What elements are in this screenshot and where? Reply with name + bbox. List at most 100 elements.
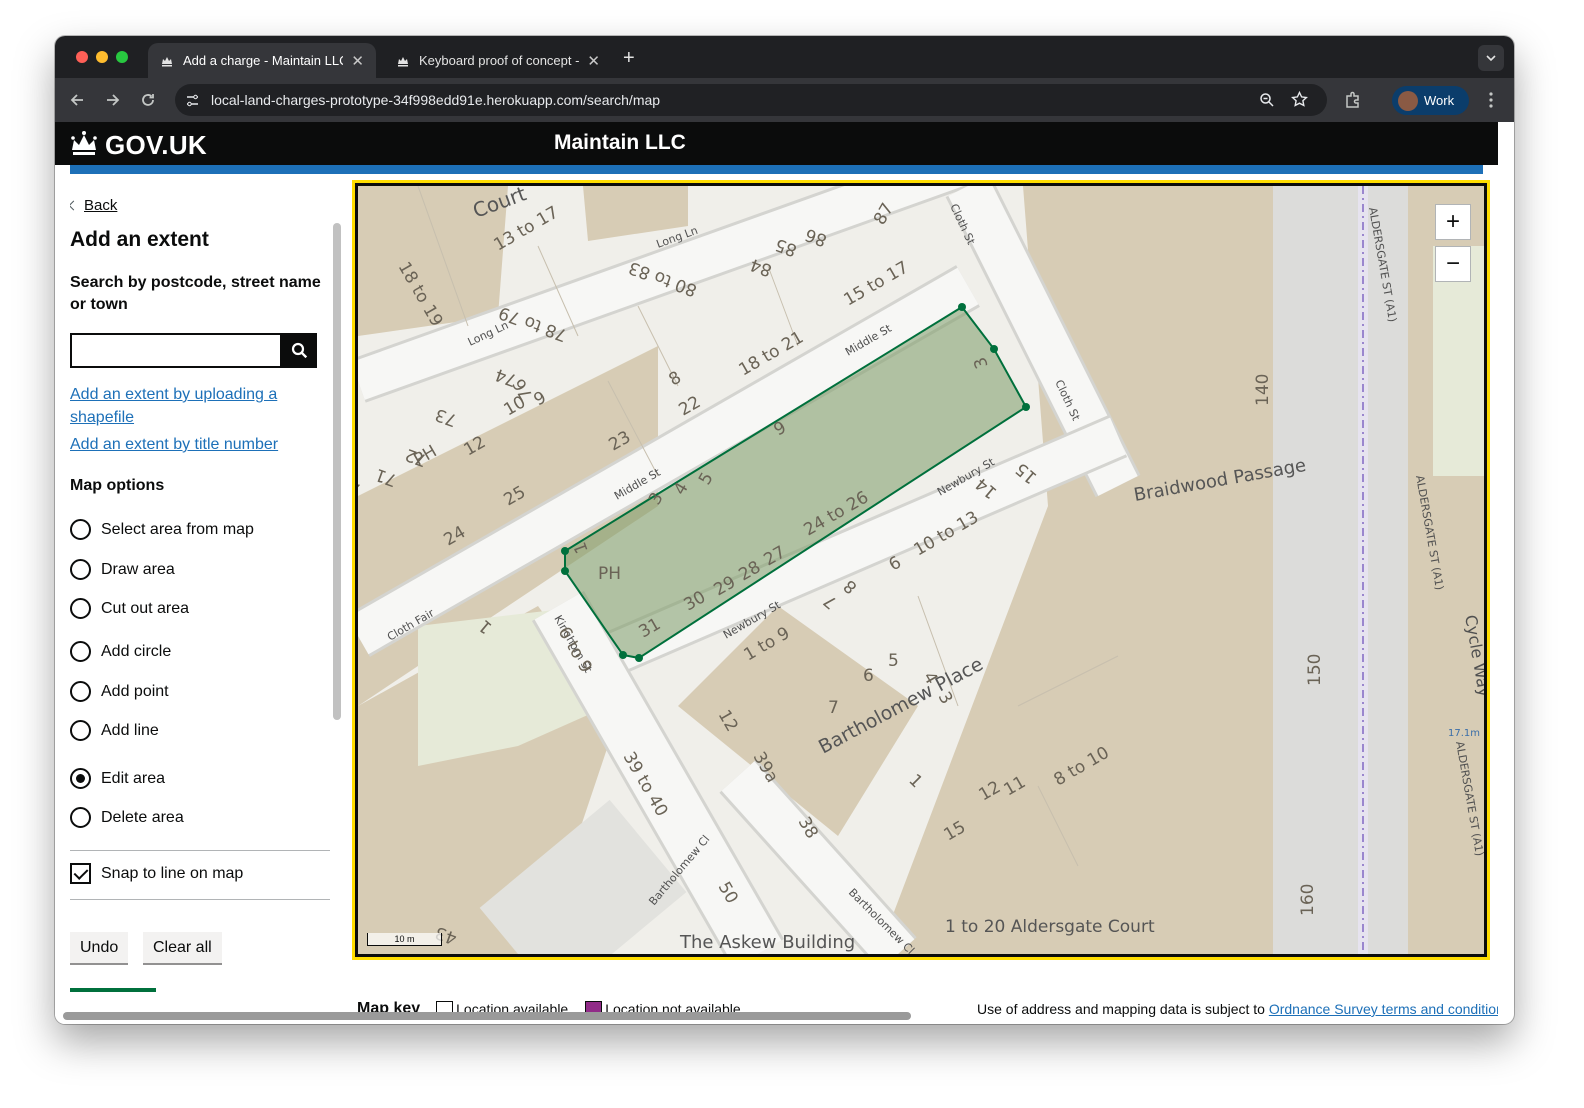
tab-title: Keyboard proof of concept - S	[419, 53, 580, 68]
option-add-line[interactable]: Add line	[70, 720, 159, 741]
title-number-link[interactable]: Add an extent by title number	[70, 433, 278, 456]
map-canvas[interactable]: Long Ln Long Ln Cloth St Cloth St Middle…	[358, 186, 1484, 954]
sidebar-scrollbar[interactable]	[333, 223, 341, 720]
zoom-icon[interactable]	[1259, 92, 1275, 108]
chevron-down-icon	[1486, 55, 1496, 62]
building-number-label: 7	[828, 698, 839, 718]
close-window-button[interactable]	[76, 51, 88, 63]
url-text: local-land-charges-prototype-34f998edd91…	[211, 92, 661, 108]
tab-search-button[interactable]	[1478, 45, 1504, 71]
search-input[interactable]	[70, 333, 282, 368]
os-terms-link[interactable]: Ordnance Survey terms and conditions	[1269, 1001, 1498, 1017]
option-add-point[interactable]: Add point	[70, 681, 169, 702]
radio-button[interactable]	[70, 519, 91, 540]
crown-icon	[71, 131, 97, 155]
avatar	[1398, 90, 1418, 111]
search-icon	[291, 342, 308, 359]
forward-arrow-icon[interactable]	[104, 91, 122, 109]
page-horizontal-scrollbar[interactable]	[63, 1012, 911, 1020]
bookmark-star-icon[interactable]	[1291, 91, 1308, 108]
option-label: Delete area	[101, 808, 184, 826]
building-number-label: 150	[1305, 654, 1325, 686]
new-tab-button[interactable]: +	[623, 47, 635, 70]
profile-button[interactable]: Work	[1392, 86, 1469, 115]
map-frame[interactable]: Long Ln Long Ln Cloth St Cloth St Middle…	[352, 180, 1490, 960]
undo-button[interactable]: Undo	[70, 932, 129, 965]
option-label: Cut out area	[101, 599, 190, 617]
option-label: Select area from map	[101, 520, 254, 538]
option-cut-out-area[interactable]: Cut out area	[70, 598, 189, 619]
building-number-label: 6	[863, 666, 874, 686]
zoom-in-button[interactable]: +	[1435, 204, 1471, 240]
option-label: Add point	[101, 682, 169, 700]
radio-button[interactable]	[70, 807, 91, 828]
option-label: Add line	[101, 721, 159, 739]
service-name[interactable]: Maintain LLC	[554, 131, 686, 155]
reload-icon[interactable]	[139, 91, 157, 109]
page-content: GOV.UK Maintain LLC Back Add an extent S…	[55, 122, 1498, 1024]
tab-title: Add a charge - Maintain LLC	[183, 53, 344, 68]
scale-bar: 10 m	[367, 933, 442, 946]
divider	[70, 850, 330, 851]
option-edit-area[interactable]: Edit area	[70, 768, 165, 789]
option-select-area[interactable]: Select area from map	[70, 519, 254, 540]
building-number-label: 5	[888, 651, 899, 671]
profile-label: Work	[1424, 93, 1455, 108]
back-arrow-icon[interactable]	[68, 91, 86, 109]
option-delete-area[interactable]: Delete area	[70, 807, 184, 828]
crown-favicon-icon	[398, 56, 408, 66]
back-link[interactable]: Back	[70, 197, 117, 214]
option-add-circle[interactable]: Add circle	[70, 641, 171, 662]
place-label: The Askew Building	[679, 932, 855, 953]
radio-button[interactable]	[70, 641, 91, 662]
address-bar[interactable]: local-land-charges-prototype-34f998edd91…	[175, 84, 1327, 116]
govuk-logo[interactable]: GOV.UK	[105, 130, 207, 161]
back-label: Back	[84, 197, 118, 214]
tab-keyboard-proof[interactable]: Keyboard proof of concept - S ✕	[384, 43, 612, 78]
snap-label: Snap to line on map	[101, 864, 244, 882]
extensions-icon[interactable]	[1344, 91, 1362, 109]
tab-close-icon[interactable]: ✕	[587, 52, 600, 70]
radio-button[interactable]	[70, 720, 91, 741]
minimize-window-button[interactable]	[96, 51, 108, 63]
building-number-label: 160	[1298, 884, 1318, 916]
crown-favicon-icon	[162, 56, 172, 66]
submit-button-edge[interactable]	[70, 988, 156, 992]
clear-all-button[interactable]: Clear all	[143, 932, 222, 965]
gov-header: GOV.UK Maintain LLC	[55, 122, 1498, 165]
option-label: Add circle	[101, 642, 172, 660]
search-label: Search by postcode, street name or town	[70, 274, 321, 313]
search-button[interactable]	[282, 333, 317, 368]
option-draw-area[interactable]: Draw area	[70, 559, 175, 580]
map-svg[interactable]: Long Ln Long Ln Cloth St Cloth St Middle…	[358, 186, 1484, 954]
tab-strip: Add a charge - Maintain LLC ✕ Keyboard p…	[55, 36, 1514, 78]
page-title: Add an extent	[70, 228, 209, 251]
option-label: Edit area	[101, 769, 166, 787]
building-number-label: 140	[1253, 374, 1273, 406]
tab-close-icon[interactable]: ✕	[351, 52, 364, 70]
zoom-out-button[interactable]: −	[1435, 246, 1471, 282]
browser-toolbar: local-land-charges-prototype-34f998edd91…	[55, 78, 1514, 122]
building-number-label: PH	[598, 564, 621, 584]
upload-shapefile-link[interactable]: Add an extent by uploading a shapefile	[70, 383, 300, 429]
radio-button-selected[interactable]	[70, 768, 91, 789]
option-label: Draw area	[101, 560, 175, 578]
header-blue-bar	[70, 165, 1483, 174]
site-settings-icon[interactable]	[185, 93, 200, 108]
map-credit: Use of address and mapping data is subje…	[977, 1001, 1498, 1017]
chevron-left-icon	[70, 200, 79, 211]
more-menu-icon[interactable]	[1483, 91, 1499, 109]
radio-button[interactable]	[70, 598, 91, 619]
checkbox-checked[interactable]	[70, 863, 91, 884]
snap-to-line-checkbox[interactable]: Snap to line on map	[70, 863, 243, 884]
credit-text: Use of address and mapping data is subje…	[977, 1001, 1265, 1017]
maximize-window-button[interactable]	[116, 51, 128, 63]
sidebar: Back Add an extent Search by postcode, s…	[70, 182, 338, 997]
map-options-heading: Map options	[70, 477, 165, 494]
browser-window: Add a charge - Maintain LLC ✕ Keyboard p…	[55, 36, 1514, 1024]
divider	[70, 899, 330, 900]
radio-button[interactable]	[70, 559, 91, 580]
tab-add-a-charge[interactable]: Add a charge - Maintain LLC ✕	[148, 43, 376, 78]
radio-button[interactable]	[70, 681, 91, 702]
place-label: 1 to 20 Aldersgate Court	[945, 917, 1155, 937]
